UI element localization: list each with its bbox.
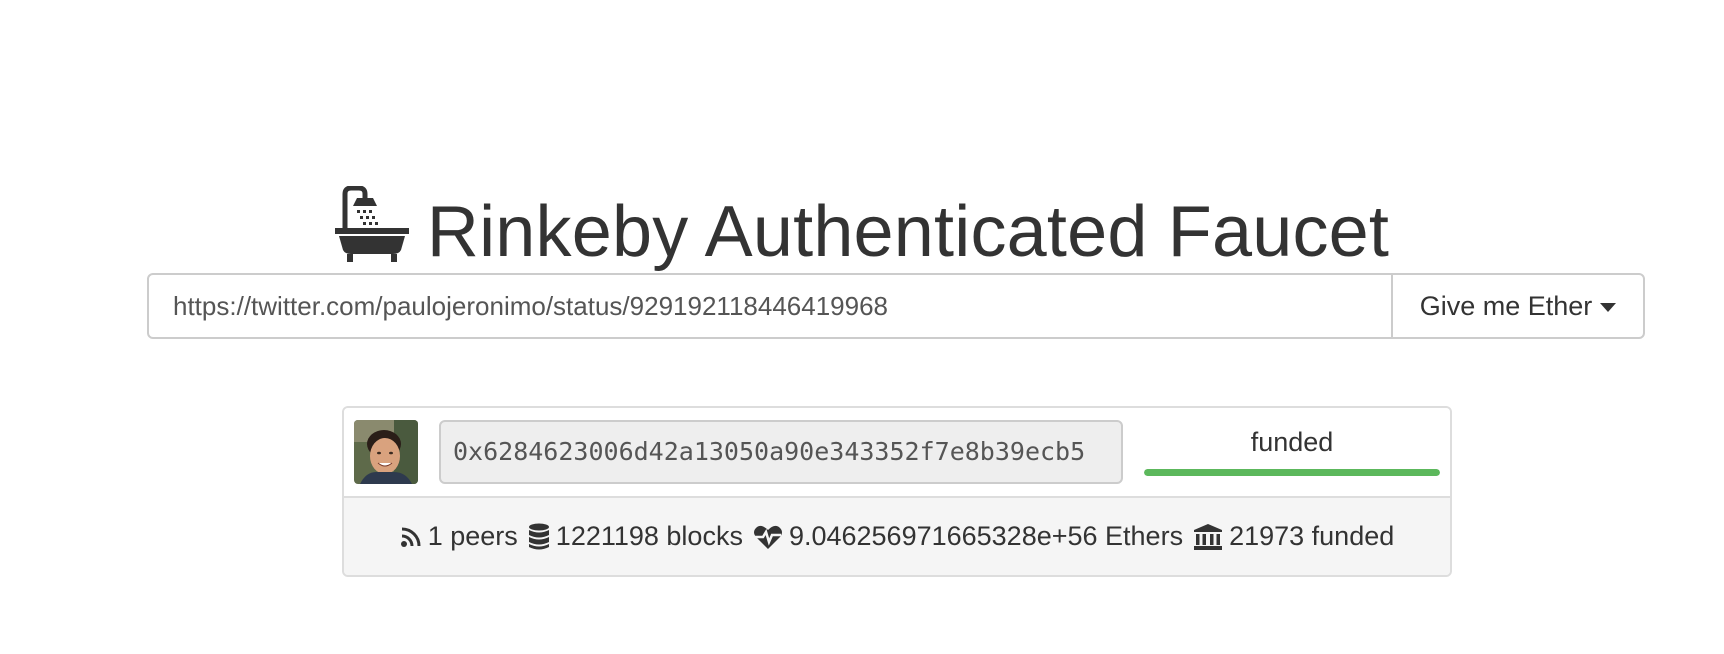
- ethers-balance: 9.046256971665328e+56 Ethers: [788, 521, 1184, 551]
- heartbeat-icon: [753, 524, 783, 550]
- request-form: Give me Ether: [147, 273, 1645, 339]
- funding-status: funded: [1144, 426, 1440, 480]
- bank-icon: [1193, 523, 1223, 551]
- page: Rinkeby Authenticated Faucet Give me Eth…: [0, 0, 1724, 654]
- peers-stat: 1 peers: [400, 521, 518, 552]
- caret-down-icon: [1600, 302, 1617, 312]
- avatar: [354, 420, 418, 484]
- address-field: 0x6284623006d42a13050a90e343352f7e8b39ec…: [439, 420, 1123, 484]
- give-me-ether-label: Give me Ether: [1419, 290, 1593, 321]
- database-icon: [528, 523, 550, 551]
- status-progress-fill: [1144, 469, 1440, 476]
- stats-footer: 1 peers 1221198 blocks 9.046256971665328…: [344, 496, 1450, 575]
- request-row: 0x6284623006d42a13050a90e343352f7e8b39ec…: [344, 408, 1450, 496]
- give-me-ether-button[interactable]: Give me Ether: [1391, 275, 1643, 337]
- blocks-stat: 1221198 blocks: [528, 521, 743, 552]
- tweet-url-input[interactable]: [149, 275, 1391, 337]
- status-progress-bar: [1144, 469, 1440, 476]
- page-title: Rinkeby Authenticated Faucet: [0, 186, 1724, 277]
- page-title-text: Rinkeby Authenticated Faucet: [426, 192, 1390, 273]
- funded-stat: 21973 funded: [1193, 521, 1394, 552]
- rss-icon: [400, 526, 422, 548]
- ethers-stat: 9.046256971665328e+56 Ethers: [753, 521, 1183, 552]
- status-label: funded: [1250, 427, 1334, 457]
- blocks-count: 1221198 blocks: [555, 521, 743, 551]
- requests-panel: 0x6284623006d42a13050a90e343352f7e8b39ec…: [342, 406, 1452, 577]
- bath-shower-icon: [334, 186, 409, 263]
- funded-count: 21973 funded: [1229, 521, 1395, 551]
- peers-count: 1 peers: [427, 521, 518, 551]
